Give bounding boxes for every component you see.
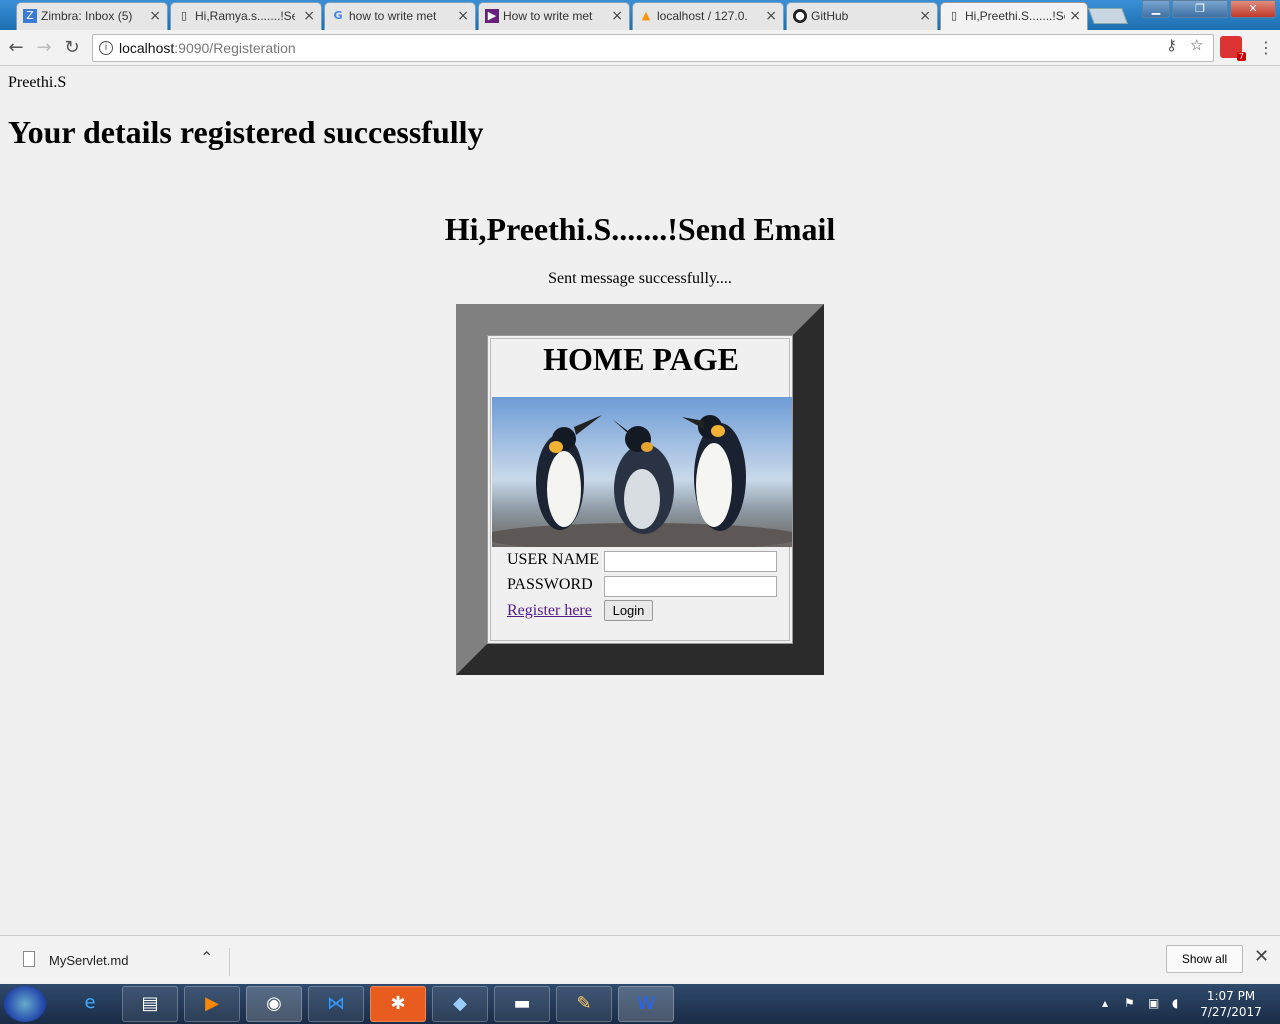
tab-hi-preethi[interactable]: ▯ Hi,Preethi.S.......!Se ×: [940, 2, 1088, 30]
file-icon: [23, 951, 35, 967]
page-content: Preethi.S Your details registered succes…: [0, 67, 1280, 935]
tab-hi-ramya[interactable]: ▯ Hi,Ramya.s.......!Se ×: [170, 2, 322, 30]
username-text: Preethi.S: [8, 74, 67, 91]
register-link[interactable]: Register here: [507, 602, 592, 620]
tab-google-search[interactable]: G how to write met ×: [324, 2, 476, 30]
media-player-icon[interactable]: ▶: [184, 986, 240, 1022]
paint-icon[interactable]: ✎: [556, 986, 612, 1022]
file-explorer-icon[interactable]: ▤: [122, 986, 178, 1022]
word-icon[interactable]: W: [618, 986, 674, 1022]
extension-badge: 7: [1236, 52, 1246, 61]
system-clock[interactable]: 1:07 PM 7/27/2017: [1196, 988, 1266, 1020]
home-title: HOME PAGE: [543, 341, 739, 377]
info-icon[interactable]: i: [99, 41, 113, 55]
username-label: USER NAME: [507, 551, 600, 568]
new-tab-button[interactable]: [1088, 8, 1128, 24]
browser-tabstrip: Z Zimbra: Inbox (5) × ▯ Hi,Ramya.s......…: [0, 0, 1280, 30]
flag-icon[interactable]: ⚑: [1124, 996, 1135, 1010]
download-item[interactable]: MyServlet.md ⌃: [20, 948, 230, 976]
password-input[interactable]: [604, 576, 777, 597]
tab-phpmyadmin[interactable]: ▲ localhost / 127.0. ×: [632, 2, 784, 30]
browser-toolbar: ← → ↻ i localhost:9090/Registeration ⚷ ☆…: [0, 30, 1280, 66]
greeting-heading: Hi,Preethi.S.......!Send Email: [444, 211, 836, 247]
google-icon: G: [333, 9, 343, 22]
chevron-up-icon[interactable]: ⌃: [200, 948, 213, 968]
forward-icon[interactable]: →: [32, 36, 56, 60]
close-icon[interactable]: ×: [149, 3, 161, 29]
close-icon[interactable]: ×: [765, 3, 777, 29]
command-prompt-icon[interactable]: ▬: [494, 986, 550, 1022]
star-icon[interactable]: ☆: [1190, 36, 1203, 54]
xampp-icon[interactable]: ✱: [370, 986, 426, 1022]
close-icon[interactable]: ✕: [1254, 946, 1269, 967]
volume-icon[interactable]: ◖: [1172, 996, 1178, 1010]
app-icon[interactable]: ◆: [432, 986, 488, 1022]
key-icon[interactable]: ⚷: [1166, 36, 1177, 54]
username-input[interactable]: [604, 551, 777, 572]
download-bar: MyServlet.md ⌃ Show all ✕: [0, 935, 1280, 983]
phpmyadmin-icon: ▲: [641, 9, 651, 22]
close-icon[interactable]: ×: [457, 3, 469, 29]
back-icon[interactable]: ←: [4, 36, 28, 60]
status-message: Sent message successfully....: [548, 270, 732, 287]
close-window-button[interactable]: ✕: [1230, 0, 1276, 18]
home-panel-inner: HOME PAGE USER NAME PASSWORD Register he…: [490, 338, 792, 641]
home-frame: HOME PAGE USER NAME PASSWORD Register he…: [456, 304, 824, 675]
extension-icon[interactable]: 7: [1220, 36, 1246, 61]
close-icon[interactable]: ×: [1069, 3, 1081, 29]
clock-time: 1:07 PM: [1206, 989, 1256, 1003]
tray-expand-icon[interactable]: ▴: [1102, 996, 1108, 1010]
internet-explorer-icon[interactable]: e: [62, 986, 118, 1022]
login-button[interactable]: Login: [604, 600, 653, 621]
tab-zimbra[interactable]: Z Zimbra: Inbox (5) ×: [16, 2, 168, 30]
minimize-window-button[interactable]: ▁: [1142, 0, 1170, 18]
page-heading: Your details registered successfully: [8, 114, 484, 150]
vscode-icon[interactable]: ⋈: [308, 986, 364, 1022]
page-icon: ▯: [180, 9, 188, 22]
network-icon[interactable]: ▣: [1148, 996, 1159, 1010]
github-icon: ●: [793, 9, 807, 23]
windows-taskbar: e ▤ ▶ ◉ ⋈ ✱ ◆ ▬ ✎ W ▴ ⚑ ▣ ◖ 1:07 PM 7/27…: [0, 984, 1280, 1024]
tab-github[interactable]: ● GitHub ×: [786, 2, 938, 30]
menu-icon[interactable]: ⋮: [1258, 38, 1274, 57]
download-filename: MyServlet.md: [49, 953, 129, 968]
visualstudio-icon: ▶: [485, 9, 499, 23]
home-panel: HOME PAGE USER NAME PASSWORD Register he…: [487, 335, 793, 644]
reload-icon[interactable]: ↻: [60, 36, 84, 60]
chrome-icon[interactable]: ◉: [246, 986, 302, 1022]
show-all-button[interactable]: Show all: [1166, 945, 1243, 973]
clock-date: 7/27/2017: [1200, 1005, 1262, 1019]
restore-window-button[interactable]: ❐: [1172, 0, 1228, 18]
close-icon[interactable]: ×: [303, 3, 315, 29]
password-label: PASSWORD: [507, 576, 593, 593]
address-bar[interactable]: i localhost:9090/Registeration: [92, 34, 1214, 62]
tab-visualstudio[interactable]: ▶ How to write met ×: [478, 2, 630, 30]
close-icon[interactable]: ×: [611, 3, 623, 29]
zimbra-icon: Z: [23, 9, 37, 23]
penguins-image: [492, 397, 792, 547]
page-icon: ▯: [950, 9, 958, 22]
start-button[interactable]: [4, 986, 46, 1022]
close-icon[interactable]: ×: [919, 3, 931, 29]
